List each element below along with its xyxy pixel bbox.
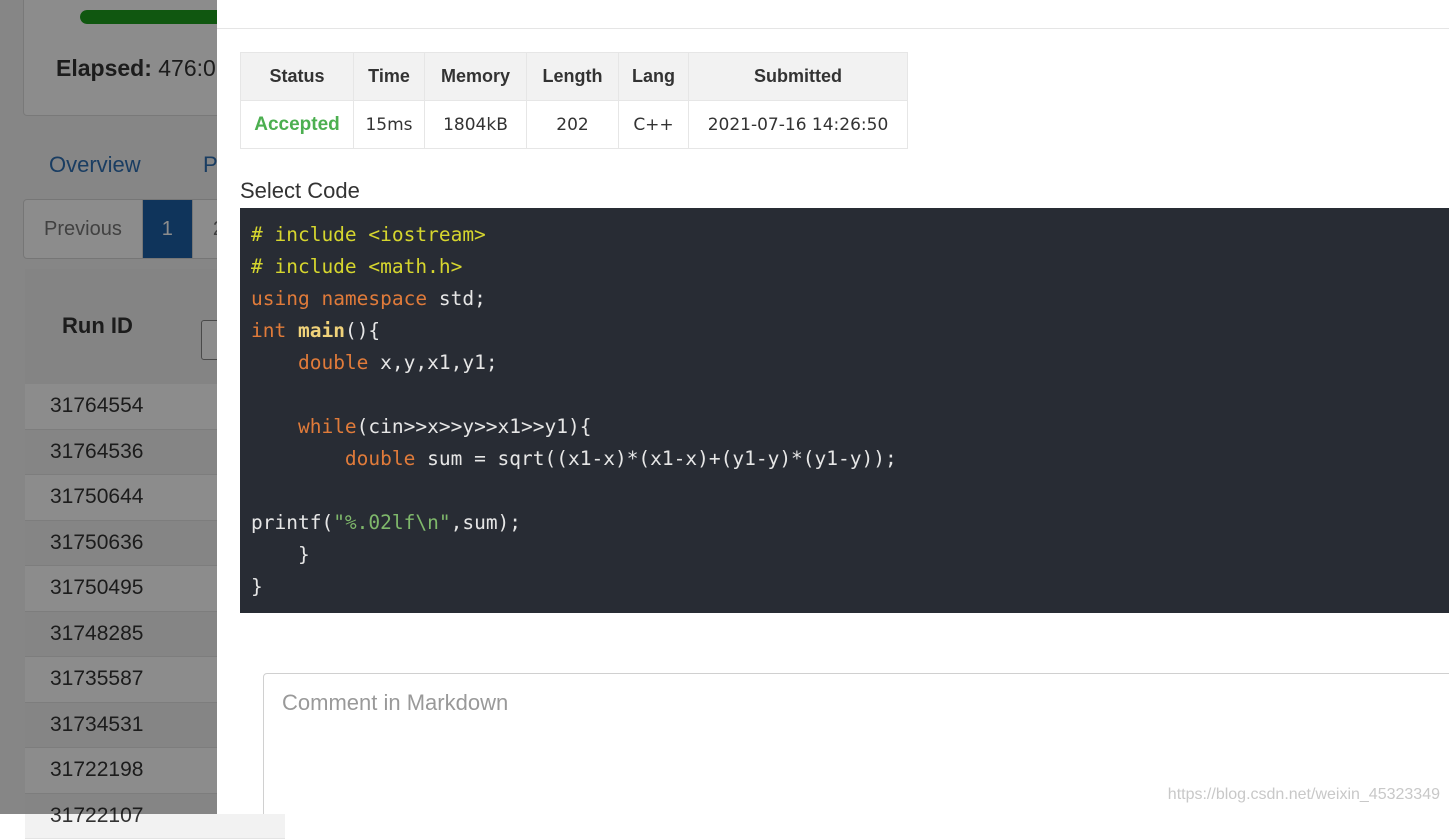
memory-value: 1804kB: [425, 101, 527, 149]
code-line: # include <math.h>: [251, 251, 1438, 283]
header-length: Length: [527, 53, 619, 101]
code-token: using: [251, 287, 310, 310]
code-token: while: [298, 415, 357, 438]
code-token: [286, 319, 298, 342]
code-token: (){: [345, 319, 380, 342]
code-token: x,y,x1,y1;: [368, 351, 497, 374]
code-token: }: [251, 543, 310, 566]
code-line: int main(){: [251, 315, 1438, 347]
header-submitted: Submitted: [689, 53, 908, 101]
code-line: }: [251, 571, 1438, 603]
drawer-header: [217, 0, 1449, 29]
code-token: std;: [427, 287, 486, 310]
code-token: namespace: [321, 287, 427, 310]
lang-value: C++: [619, 101, 689, 149]
code-token: main: [298, 319, 345, 342]
code-token: double: [345, 447, 415, 470]
code-token: "%.02lf\n": [333, 511, 450, 534]
submission-detail-drawer: Status Time Memory Length Lang Submitted…: [217, 0, 1449, 814]
result-header-row: Status Time Memory Length Lang Submitted: [241, 53, 908, 101]
code-token: double: [298, 351, 368, 374]
code-token: int: [251, 319, 286, 342]
code-token: [251, 351, 298, 374]
code-token: # include <iostream>: [251, 223, 486, 246]
source-code-block[interactable]: # include <iostream> # include <math.h> us…: [240, 208, 1449, 613]
time-value: 15ms: [354, 101, 425, 149]
code-line: [251, 379, 1438, 411]
submission-result-table: Status Time Memory Length Lang Submitted…: [240, 52, 908, 149]
code-line: while(cin>>x>>y>>x1>>y1){: [251, 411, 1438, 443]
code-token: ,sum);: [451, 511, 521, 534]
code-token: [251, 447, 345, 470]
code-token: }: [251, 575, 263, 598]
code-token: printf(: [251, 511, 333, 534]
code-line: printf("%.02lf\n",sum);: [251, 507, 1438, 539]
code-token: (cin>>x>>y>>x1>>y1){: [357, 415, 592, 438]
header-time: Time: [354, 53, 425, 101]
header-status: Status: [241, 53, 354, 101]
code-token: [251, 415, 298, 438]
code-line: double sum = sqrt((x1-x)*(x1-x)+(y1-y)*(…: [251, 443, 1438, 475]
code-line: double x,y,x1,y1;: [251, 347, 1438, 379]
status-badge: Accepted: [241, 101, 354, 149]
result-row: Accepted 15ms 1804kB 202 C++ 2021-07-16 …: [241, 101, 908, 149]
header-memory: Memory: [425, 53, 527, 101]
code-line: }: [251, 539, 1438, 571]
code-token: [310, 287, 322, 310]
length-value: 202: [527, 101, 619, 149]
code-line: [251, 475, 1438, 507]
code-token: sum = sqrt((x1-x)*(x1-x)+(y1-y)*(y1-y));: [415, 447, 896, 470]
code-token: # include <math.h>: [251, 255, 462, 278]
code-line: # include <iostream>: [251, 219, 1438, 251]
watermark-text: https://blog.csdn.net/weixin_45323349: [1168, 786, 1440, 804]
header-lang: Lang: [619, 53, 689, 101]
select-code-link[interactable]: Select Code: [240, 178, 360, 204]
submitted-value: 2021-07-16 14:26:50: [689, 101, 908, 149]
code-line: using namespace std;: [251, 283, 1438, 315]
